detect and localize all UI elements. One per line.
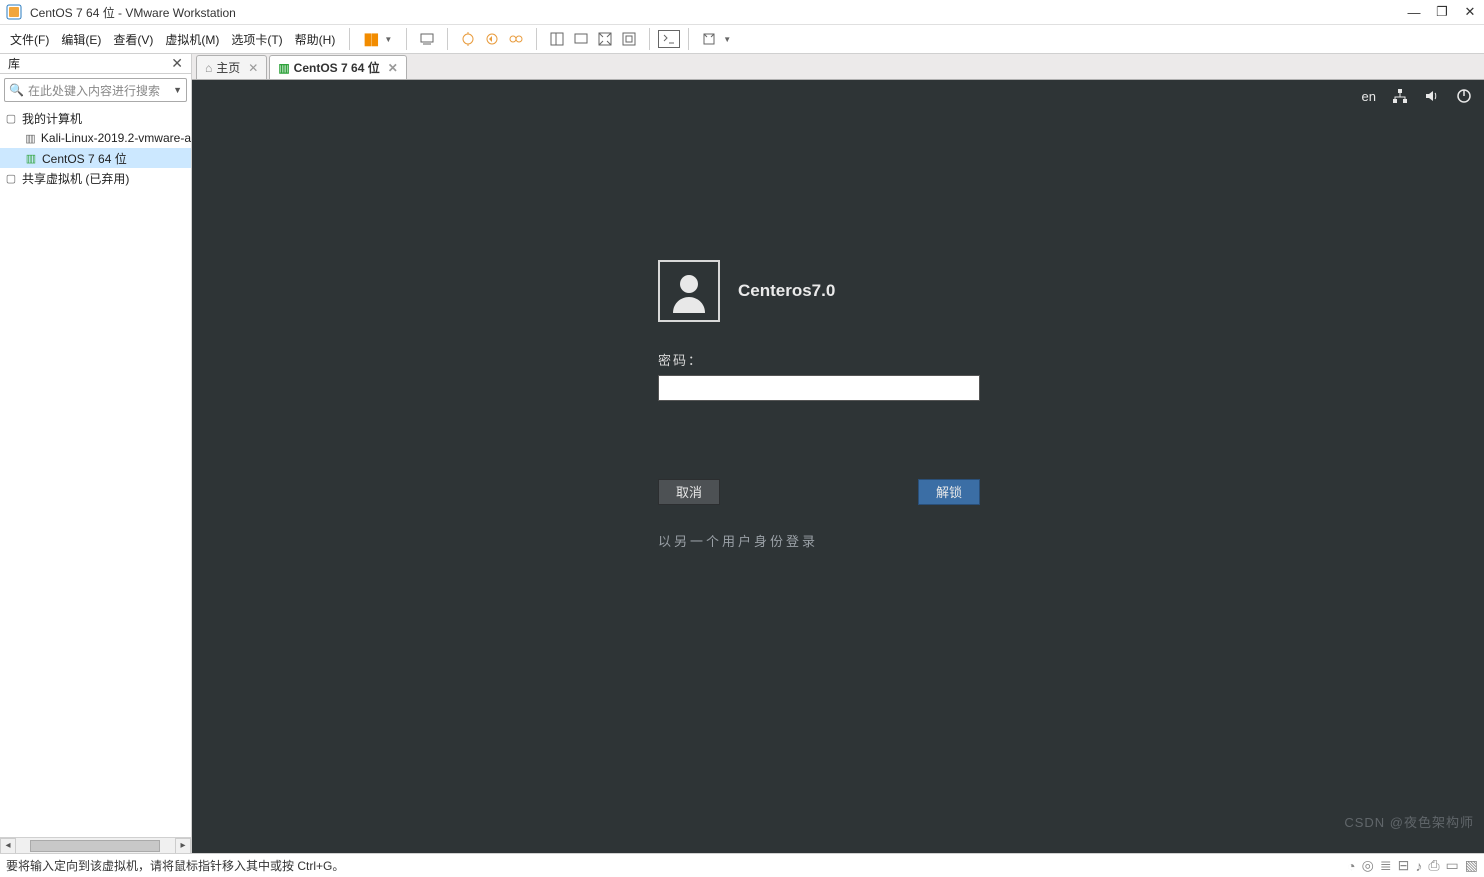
- scroll-thumb[interactable]: [30, 840, 160, 852]
- statusbar: 要将输入定向到该虚拟机，请将鼠标指针移入其中或按 Ctrl+G。 ◔ ◎ ≣ ⊟…: [0, 853, 1484, 877]
- titlebar: CentOS 7 64 位 - VMware Workstation — ❐ ✕: [0, 0, 1484, 24]
- tree-label: 我的计算机: [22, 110, 82, 127]
- status-device-icons: ◔ ◎ ≣ ⊟ ♪ ⎙ ▭ ▧: [1347, 857, 1484, 874]
- snapshot-take-icon[interactable]: [456, 27, 480, 51]
- cancel-button[interactable]: 取消: [658, 479, 720, 505]
- scroll-left-icon[interactable]: ◂: [0, 838, 16, 854]
- device-more-icon[interactable]: ▧: [1465, 857, 1478, 874]
- input-language-indicator[interactable]: en: [1362, 89, 1376, 104]
- user-row: Centeros7.0: [658, 260, 1018, 322]
- toolbar-separator: [649, 28, 650, 50]
- home-icon: ⌂: [205, 61, 212, 75]
- password-label: 密码：: [658, 350, 1018, 369]
- library-close-button[interactable]: ✕: [167, 55, 187, 72]
- login-dialog: Centeros7.0 密码： 取消 解锁 以另一个用户身份登录: [658, 260, 1018, 550]
- view-singlewindow-icon[interactable]: [545, 27, 569, 51]
- toolbar: ▮▮ ▼ ▼: [358, 24, 737, 54]
- menu-vm[interactable]: 虚拟机(M): [159, 31, 225, 48]
- vm-running-icon: ▥: [24, 151, 38, 165]
- library-search-input[interactable]: 🔍 在此处键入内容进行搜索 ▼: [4, 78, 187, 102]
- library-sidebar: 库 ✕ 🔍 在此处键入内容进行搜索 ▼ ▢ 我的计算机 ▥ Kali-Linux…: [0, 54, 192, 853]
- device-usb-icon[interactable]: ⊟: [1398, 857, 1410, 874]
- tree-node-centos[interactable]: ▥ CentOS 7 64 位: [0, 148, 191, 168]
- toolbar-separator: [349, 28, 350, 50]
- send-ctrlaltdel-icon[interactable]: [415, 27, 439, 51]
- device-printer-icon[interactable]: ⎙: [1428, 857, 1439, 874]
- tab-close-icon[interactable]: ✕: [388, 61, 398, 75]
- vm-icon: ▥: [24, 131, 37, 145]
- toolbar-separator: [688, 28, 689, 50]
- device-disk-icon[interactable]: ◔: [1347, 858, 1355, 874]
- search-dropdown-icon[interactable]: ▼: [173, 85, 182, 95]
- vm-power-dropdown[interactable]: ▼: [384, 35, 392, 44]
- scroll-right-icon[interactable]: ▸: [175, 838, 191, 854]
- network-icon[interactable]: [1392, 88, 1408, 104]
- tab-label: 主页: [216, 59, 240, 76]
- toolbar-separator: [447, 28, 448, 50]
- computer-icon: ▢: [4, 111, 18, 125]
- snapshot-revert-icon[interactable]: [480, 27, 504, 51]
- device-net-icon[interactable]: ≣: [1380, 857, 1392, 874]
- power-icon[interactable]: [1456, 88, 1472, 104]
- guest-topbar: en: [1362, 88, 1472, 104]
- tab-home[interactable]: ⌂ 主页 ✕: [196, 55, 267, 79]
- device-sound-icon[interactable]: ♪: [1415, 858, 1422, 874]
- main-area: ⌂ 主页 ✕ ▥ CentOS 7 64 位 ✕ en: [192, 54, 1484, 853]
- toolbar-separator: [406, 28, 407, 50]
- window-minimize-button[interactable]: —: [1400, 5, 1428, 20]
- stretch-dropdown[interactable]: ▼: [723, 35, 731, 44]
- tree-node-kali[interactable]: ▥ Kali-Linux-2019.2-vmware-a: [0, 128, 191, 148]
- tabstrip: ⌂ 主页 ✕ ▥ CentOS 7 64 位 ✕: [192, 54, 1484, 80]
- avatar: [658, 260, 720, 322]
- scroll-track[interactable]: [16, 839, 175, 853]
- login-button-row: 取消 解锁: [658, 479, 980, 505]
- tree-label: Kali-Linux-2019.2-vmware-a: [41, 131, 191, 145]
- quick-switch-icon[interactable]: [658, 30, 680, 48]
- other-user-link[interactable]: 以另一个用户身份登录: [658, 531, 1018, 550]
- guest-screen[interactable]: en Centeros7.0 密码： 取消 解锁 以另一个用户身: [192, 80, 1484, 853]
- tab-centos[interactable]: ▥ CentOS 7 64 位 ✕: [269, 55, 406, 79]
- stretch-guest-icon[interactable]: [697, 27, 721, 51]
- menu-edit[interactable]: 编辑(E): [55, 31, 107, 48]
- menu-file[interactable]: 文件(F): [4, 31, 55, 48]
- library-tree: ▢ 我的计算机 ▥ Kali-Linux-2019.2-vmware-a ▥ C…: [0, 106, 191, 837]
- snapshot-manager-icon[interactable]: [504, 27, 528, 51]
- unlock-button[interactable]: 解锁: [918, 479, 980, 505]
- library-title: 库: [8, 55, 20, 72]
- view-console-icon[interactable]: [569, 27, 593, 51]
- tab-label: CentOS 7 64 位: [294, 59, 380, 76]
- library-horizontal-scrollbar[interactable]: ◂ ▸: [0, 837, 191, 853]
- library-header: 库 ✕: [0, 54, 191, 74]
- vmware-app-icon: [6, 4, 22, 20]
- view-fullscreen-icon[interactable]: [593, 27, 617, 51]
- view-unity-icon[interactable]: [617, 27, 641, 51]
- vm-running-icon: ▥: [278, 61, 289, 75]
- statusbar-text: 要将输入定向到该虚拟机，请将鼠标指针移入其中或按 Ctrl+G。: [6, 857, 344, 874]
- tree-node-shared[interactable]: ▢ 共享虚拟机 (已弃用): [0, 168, 191, 188]
- menu-help[interactable]: 帮助(H): [289, 31, 342, 48]
- search-icon: 🔍: [9, 83, 24, 97]
- tree-label: CentOS 7 64 位: [42, 150, 127, 167]
- tree-node-my-computer[interactable]: ▢ 我的计算机: [0, 108, 191, 128]
- tab-close-icon[interactable]: ✕: [248, 61, 258, 75]
- window-maximize-button[interactable]: ❐: [1428, 4, 1456, 20]
- password-input[interactable]: [658, 375, 980, 401]
- window-close-button[interactable]: ✕: [1456, 4, 1484, 20]
- menu-tabs[interactable]: 选项卡(T): [225, 31, 288, 48]
- pause-vm-icon[interactable]: ▮▮: [358, 27, 382, 51]
- username-label: Centeros7.0: [738, 281, 835, 301]
- device-cd-icon[interactable]: ◎: [1362, 857, 1374, 874]
- volume-icon[interactable]: [1424, 88, 1440, 104]
- toolbar-separator: [536, 28, 537, 50]
- tree-label: 共享虚拟机 (已弃用): [22, 170, 129, 187]
- window-title: CentOS 7 64 位 - VMware Workstation: [30, 4, 236, 21]
- device-display-icon[interactable]: ▭: [1446, 857, 1459, 874]
- shared-icon: ▢: [4, 171, 18, 185]
- menu-view[interactable]: 查看(V): [107, 31, 159, 48]
- watermark-text: CSDN @夜色架构师: [1344, 812, 1474, 831]
- search-placeholder-text: 在此处键入内容进行搜索: [28, 82, 173, 99]
- menubar: 文件(F) 编辑(E) 查看(V) 虚拟机(M) 选项卡(T) 帮助(H) ▮▮…: [0, 24, 1484, 54]
